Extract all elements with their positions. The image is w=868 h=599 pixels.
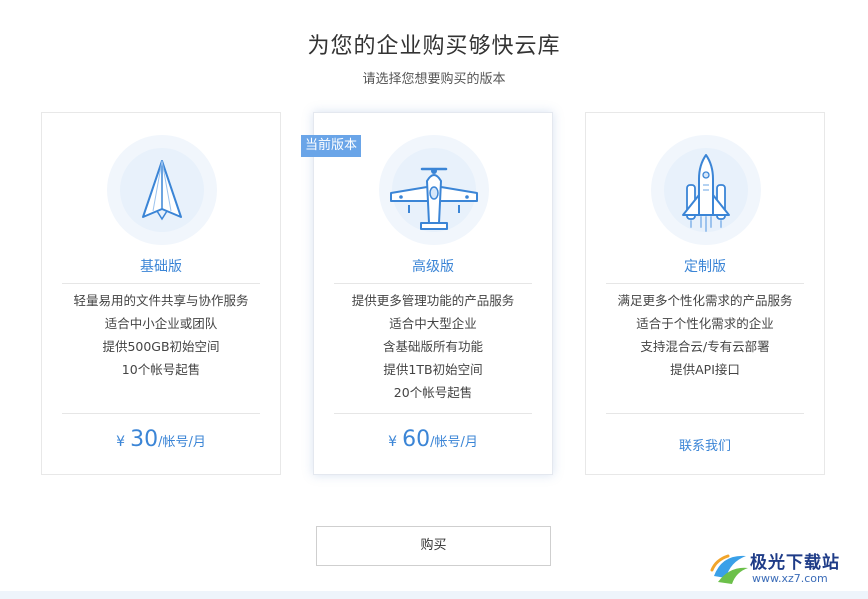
plan-card-advanced[interactable]: 当前版本 高级版 提供更多管理功能的产品服务 适合中大型企业 含基础版所有功能 … (301, 112, 553, 475)
paper-plane-icon (142, 160, 182, 221)
page-subtitle: 请选择您想要购买的版本 (362, 72, 506, 87)
feature-item: 轻量易用的文件共享与协作服务 (73, 293, 249, 308)
plan-icon-badge (379, 135, 489, 245)
price-currency: ¥ (388, 434, 398, 450)
aurora-logo-icon (710, 554, 748, 584)
feature-list: 轻量易用的文件共享与协作服务 适合中小企业或团队 提供500GB初始空间 10个… (42, 289, 280, 381)
price-amount: 60 (402, 427, 431, 452)
feature-item: 适合于个性化需求的企业 (636, 316, 774, 331)
plan-icon-badge (651, 135, 761, 245)
feature-list: 满足更多个性化需求的产品服务 适合于个性化需求的企业 支持混合云/专有云部署 提… (586, 289, 824, 381)
plan-name: 定制版 (684, 259, 726, 275)
plan-name: 基础版 (140, 259, 182, 275)
space-shuttle-icon (682, 154, 730, 232)
plan-price: ¥ 30/帐号/月 (42, 427, 280, 452)
current-plan-badge: 当前版本 (301, 135, 362, 157)
airplane-icon (390, 167, 478, 230)
page-title: 为您的企业购买够快云库 (307, 34, 561, 59)
plan-icon-badge (107, 135, 217, 245)
feature-item: 适合中小企业或团队 (104, 316, 218, 331)
divider (62, 413, 260, 414)
watermark-title: 极光下载站 (750, 553, 840, 573)
contact-us-link[interactable]: 联系我们 (586, 435, 824, 454)
price-amount: 30 (130, 427, 159, 452)
divider (62, 283, 260, 284)
divider (606, 283, 804, 284)
feature-item: 满足更多个性化需求的产品服务 (617, 293, 793, 308)
watermark-logo: 极光下载站 www.xz7.com (708, 540, 868, 596)
feature-list: 提供更多管理功能的产品服务 适合中大型企业 含基础版所有功能 提供1TB初始空间… (314, 289, 552, 404)
purchase-page: 为您的企业购买够快云库 请选择您想要购买的版本 基础版 轻量易用的文件共享与协作… (0, 0, 868, 599)
price-currency: ¥ (116, 434, 126, 450)
feature-item: 适合中大型企业 (389, 316, 477, 331)
price-unit: /帐号/月 (158, 435, 206, 450)
feature-item: 提供API接口 (670, 362, 740, 377)
plan-card-custom[interactable]: 定制版 满足更多个性化需求的产品服务 适合于个性化需求的企业 支持混合云/专有云… (585, 112, 825, 475)
plan-name: 高级版 (412, 259, 454, 275)
feature-item: 提供更多管理功能的产品服务 (351, 293, 515, 308)
divider (334, 413, 532, 414)
watermark-url: www.xz7.com (752, 572, 828, 585)
feature-item: 提供1TB初始空间 (383, 362, 483, 377)
plan-card-basic[interactable]: 基础版 轻量易用的文件共享与协作服务 适合中小企业或团队 提供500GB初始空间… (41, 112, 281, 475)
buy-button[interactable]: 购买 (316, 526, 551, 566)
feature-item: 20个帐号起售 (393, 385, 473, 400)
feature-item: 10个帐号起售 (121, 362, 201, 377)
feature-item: 含基础版所有功能 (382, 339, 483, 354)
divider (606, 413, 804, 414)
feature-item: 支持混合云/专有云部署 (640, 339, 770, 354)
plan-price: ¥ 60/帐号/月 (314, 427, 552, 452)
price-unit: /帐号/月 (430, 435, 478, 450)
divider (334, 283, 532, 284)
feature-item: 提供500GB初始空间 (102, 339, 220, 354)
